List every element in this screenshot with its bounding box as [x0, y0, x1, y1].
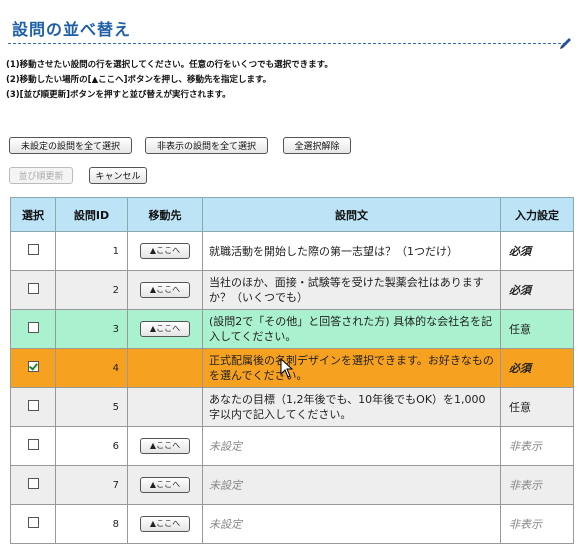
select-cell — [10, 387, 56, 427]
table-header: 選択 設問ID 移動先 設問文 入力設定 — [10, 197, 574, 232]
cancel-button[interactable]: キャンセル — [89, 167, 147, 184]
question-id: 1 — [55, 231, 128, 271]
move-here-button[interactable]: ▲ここへ — [140, 243, 190, 259]
header-input: 入力設定 — [500, 197, 574, 232]
select-hidden-button[interactable]: 非表示の設問を全て選択 — [145, 137, 268, 154]
input-setting: 任意 — [500, 387, 574, 427]
instruction-3: (3)[並び順更新]ボタンを押すと並び替えが実行されます。 — [6, 90, 231, 100]
instruction-1: (1)移動させたい設問の行を選択してください。任意の行をいくつでも選択できます。 — [6, 60, 333, 70]
select-cell — [10, 426, 56, 466]
question-text: (設問2で「その他」と回答された方) 具体的な会社名を記入してください。 — [202, 309, 501, 349]
question-id: 3 — [55, 309, 128, 349]
input-setting: 非表示 — [500, 426, 574, 466]
question-text: 就職活動を開始した際の第一志望は？（1つだけ） — [202, 231, 501, 271]
question-id: 7 — [55, 465, 128, 505]
row-checkbox[interactable] — [27, 517, 39, 528]
move-cell: ▲ここへ — [127, 231, 203, 271]
header-move: 移動先 — [127, 197, 203, 232]
move-cell: ▲ここへ — [127, 309, 203, 349]
row-checkbox[interactable] — [27, 439, 39, 450]
move-cell — [127, 348, 203, 388]
question-id: 4 — [55, 348, 128, 388]
move-here-button[interactable]: ▲ここへ — [140, 516, 190, 532]
input-setting: 必須 — [500, 270, 574, 310]
move-cell — [127, 387, 203, 427]
select-cell — [10, 270, 56, 310]
select-cell — [10, 504, 56, 544]
question-text: 正式配属後の名刺デザインを選択できます。お好きなものを選んでください。 — [202, 348, 501, 388]
row-checkbox[interactable] — [27, 283, 39, 294]
move-cell: ▲ここへ — [127, 465, 203, 505]
question-text: あなたの目標（1,2年後でも、10年後でもOK）を1,000字以内で記入してくだ… — [202, 387, 501, 427]
header-id: 設問ID — [55, 197, 128, 232]
select-cell — [10, 231, 56, 271]
input-setting: 非表示 — [500, 504, 574, 544]
row-checkbox[interactable] — [27, 244, 39, 255]
question-text: 未設定 — [202, 426, 501, 466]
question-id: 6 — [55, 426, 128, 466]
move-here-button[interactable]: ▲ここへ — [140, 477, 190, 493]
table-row[interactable]: 3 ▲ここへ (設問2で「その他」と回答された方) 具体的な会社名を記入してください… — [10, 309, 574, 349]
instruction-2: (2)移動したい場所の[▲ここへ]ボタンを押し、移動先を指定します。 — [6, 75, 272, 85]
table-row[interactable]: 5 あなたの目標（1,2年後でも、10年後でもOK）を1,000字以内で記入してく… — [10, 387, 574, 427]
header-text: 設問文 — [202, 197, 501, 232]
move-here-button[interactable]: ▲ここへ — [140, 321, 190, 337]
input-setting: 必須 — [500, 348, 574, 388]
move-cell: ▲ここへ — [127, 504, 203, 544]
move-cell: ▲ここへ — [127, 270, 203, 310]
table-row[interactable]: 6 ▲ここへ 未設定 非表示 — [10, 426, 574, 466]
page-title: 設問の並べ替え — [12, 20, 132, 39]
table-row[interactable]: 8 ▲ここへ 未設定 非表示 — [10, 504, 574, 544]
select-unset-button[interactable]: 未設定の設問を全て選択 — [9, 137, 132, 154]
select-cell — [10, 348, 56, 388]
row-checkbox[interactable] — [27, 361, 39, 372]
select-cell — [10, 309, 56, 349]
table-row[interactable]: 2 ▲ここへ 当社のほか、面接・試験等を受けた製薬会社はありますか？（いくつでも）必… — [10, 270, 574, 310]
row-checkbox[interactable] — [27, 322, 39, 333]
pencil-icon — [560, 38, 571, 49]
row-checkbox[interactable] — [27, 400, 39, 411]
input-setting: 必須 — [500, 231, 574, 271]
move-cell: ▲ここへ — [127, 426, 203, 466]
header-select: 選択 — [10, 197, 56, 232]
mouse-cursor-icon — [280, 358, 294, 378]
select-cell — [10, 465, 56, 505]
title-divider — [8, 43, 566, 44]
table-row[interactable]: 7 ▲ここへ 未設定 非表示 — [10, 465, 574, 505]
table-row[interactable]: 1 ▲ここへ 就職活動を開始した際の第一志望は？（1つだけ） 必須 — [10, 231, 574, 271]
question-id: 5 — [55, 387, 128, 427]
question-text: 未設定 — [202, 504, 501, 544]
move-here-button[interactable]: ▲ここへ — [140, 282, 190, 298]
row-checkbox[interactable] — [27, 478, 39, 489]
instructions: (1)移動させたい設問の行を選択してください。任意の行をいくつでも選択できます。… — [6, 58, 333, 103]
question-id: 2 — [55, 270, 128, 310]
input-setting: 任意 — [500, 309, 574, 349]
move-here-button[interactable]: ▲ここへ — [140, 438, 190, 454]
input-setting: 非表示 — [500, 465, 574, 505]
clear-selection-button[interactable]: 全選択解除 — [283, 137, 351, 154]
update-order-button[interactable]: 並び順更新 — [9, 167, 73, 184]
question-text: 未設定 — [202, 465, 501, 505]
question-id: 8 — [55, 504, 128, 544]
question-text: 当社のほか、面接・試験等を受けた製薬会社はありますか？（いくつでも） — [202, 270, 501, 310]
